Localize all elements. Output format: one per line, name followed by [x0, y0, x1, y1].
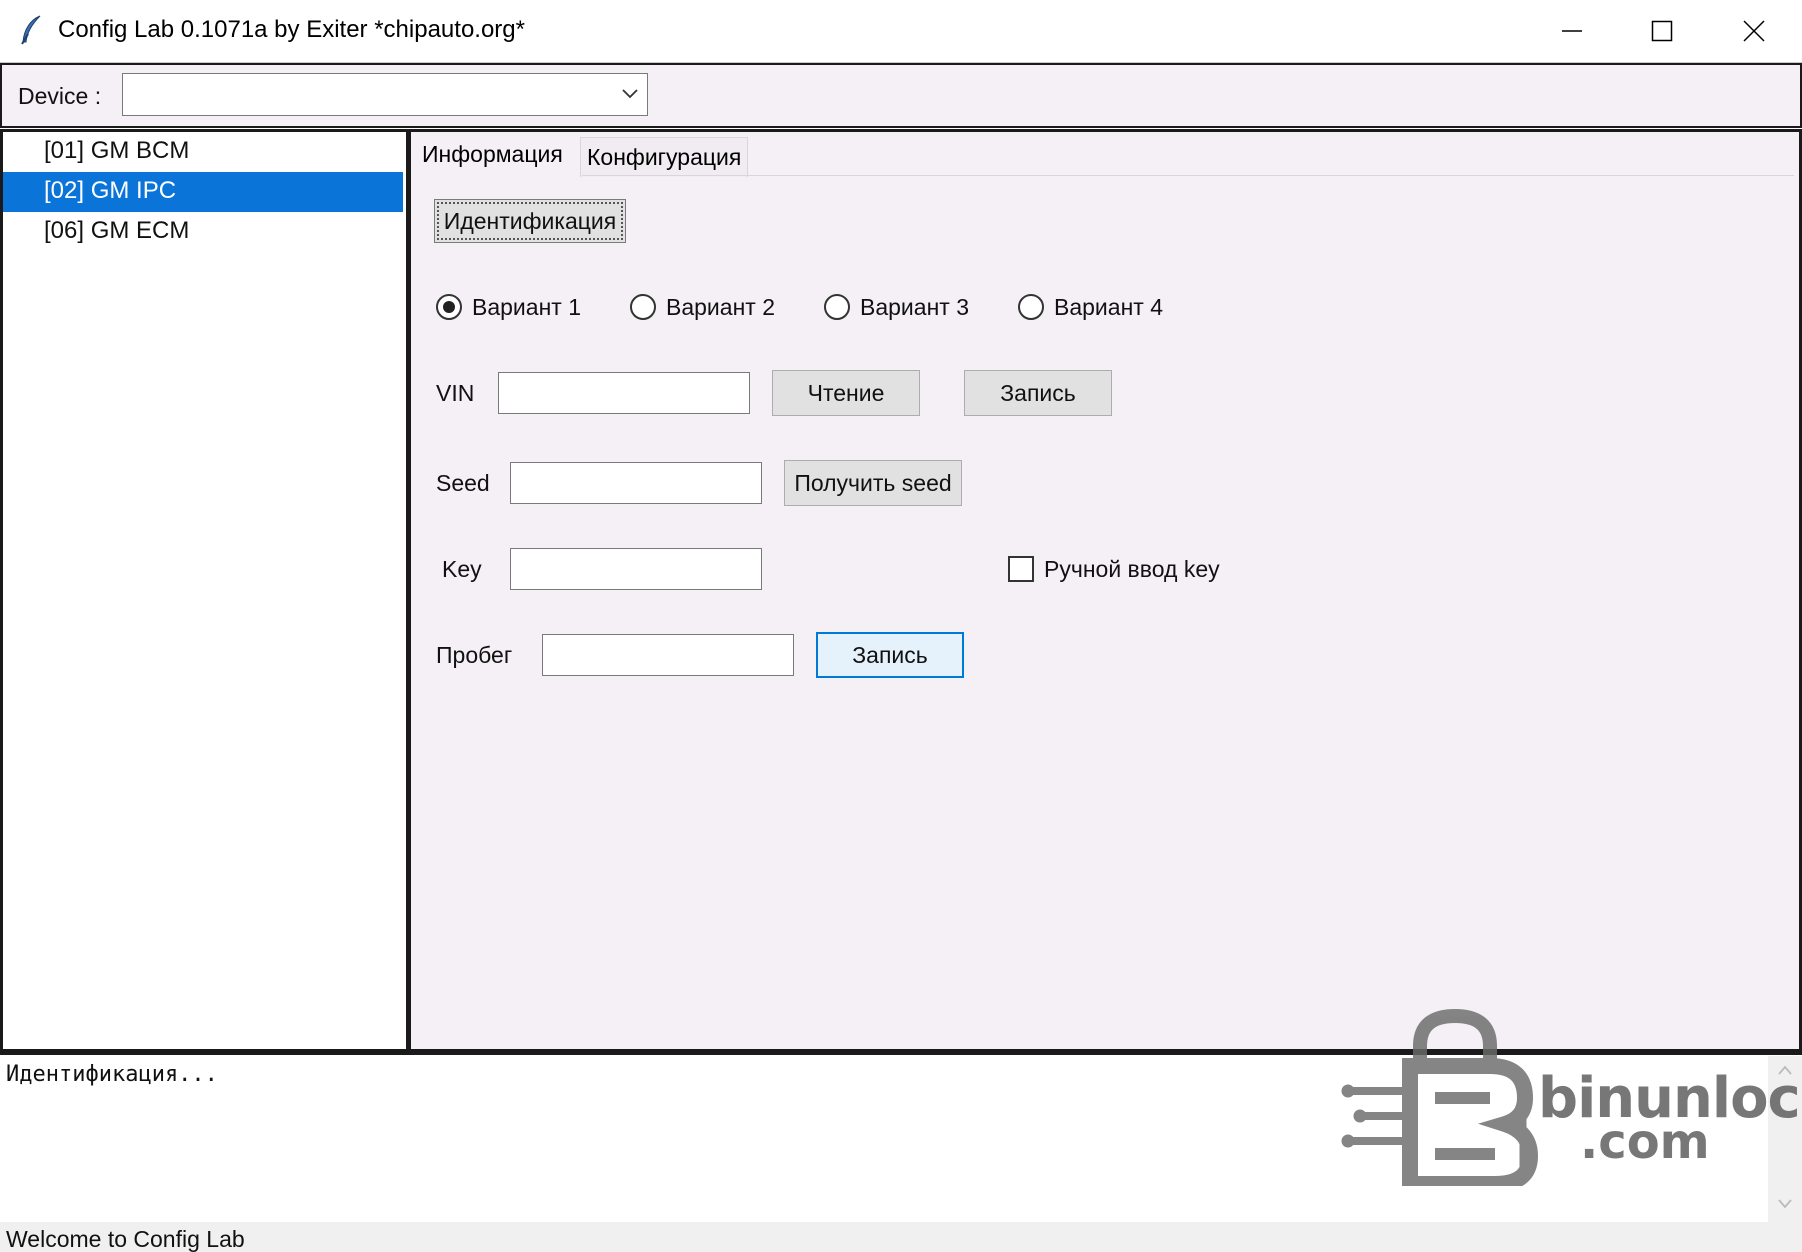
device-item-01[interactable]: [01] GM BCM — [3, 132, 403, 172]
variant-4-label: Вариант 4 — [1054, 294, 1163, 320]
variant-1-label: Вариант 1 — [472, 294, 581, 320]
device-item-06[interactable]: [06] GM ECM — [3, 212, 403, 252]
variant-3-radio[interactable] — [824, 294, 850, 320]
feather-icon — [18, 14, 44, 51]
device-combobox[interactable] — [122, 73, 648, 116]
manual-key-checkbox[interactable] — [1008, 556, 1034, 582]
seed-label: Seed — [436, 470, 490, 496]
radio-dot — [443, 301, 455, 313]
binunlock-watermark: binunlock .com — [1340, 1006, 1802, 1192]
variant-2-label: Вариант 2 — [666, 294, 775, 320]
variant-4-radio[interactable] — [1018, 294, 1044, 320]
get-seed-button[interactable]: Получить seed — [784, 460, 962, 506]
notebook-panel — [408, 129, 1802, 1052]
variant-3-label: Вариант 3 — [860, 294, 969, 320]
vin-write-button[interactable]: Запись — [964, 370, 1112, 416]
mileage-label: Пробег — [436, 642, 513, 668]
window-title: Config Lab 0.1071a by Exiter *chipauto.o… — [58, 16, 525, 43]
tab-configuration[interactable]: Конфигурация — [580, 137, 749, 177]
mileage-input[interactable] — [542, 634, 794, 676]
chevron-down-icon[interactable] — [621, 86, 639, 107]
identify-button[interactable]: Идентификация — [434, 199, 626, 243]
manual-key-label: Ручной ввод key — [1044, 556, 1220, 582]
variant-2-radio[interactable] — [630, 294, 656, 320]
device-item-02[interactable]: [02] GM IPC — [3, 172, 403, 212]
status-bar — [0, 1222, 1802, 1252]
tab-divider — [582, 175, 1794, 176]
close-button[interactable] — [1708, 0, 1800, 62]
scroll-down-icon — [1778, 1199, 1792, 1209]
device-tree — [0, 129, 409, 1052]
mileage-write-button[interactable]: Запись — [816, 632, 964, 678]
minimize-button[interactable] — [1526, 0, 1618, 62]
variant-1-radio[interactable] — [436, 294, 462, 320]
key-label: Key — [442, 556, 482, 582]
device-label: Device : — [18, 83, 102, 109]
log-text: Идентификация... — [6, 1062, 218, 1087]
vin-read-button[interactable]: Чтение — [772, 370, 920, 416]
vin-input[interactable] — [498, 372, 750, 414]
tab-information[interactable]: Информация — [416, 135, 569, 175]
maximize-button[interactable] — [1616, 0, 1708, 62]
title-bar: Config Lab 0.1071a by Exiter *chipauto.o… — [0, 0, 1802, 63]
key-input[interactable] — [510, 548, 762, 590]
seed-input[interactable] — [510, 462, 762, 504]
watermark-subtext: .com — [1580, 1114, 1710, 1170]
vin-label: VIN — [436, 380, 475, 406]
status-text: Welcome to Config Lab — [6, 1226, 245, 1252]
